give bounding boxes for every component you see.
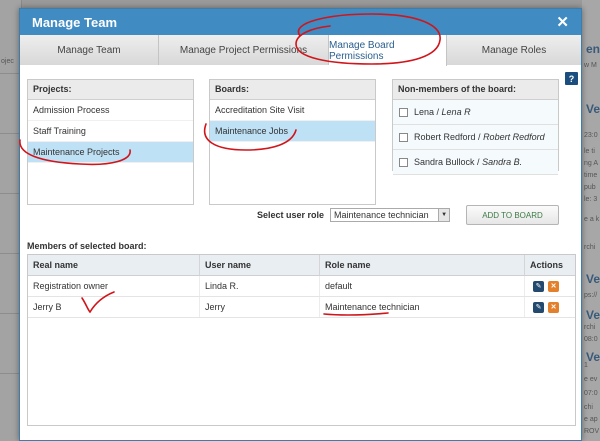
role-name-cell: default — [320, 276, 525, 296]
non-member-checkbox[interactable] — [399, 107, 408, 117]
background-text: w M — [584, 62, 597, 69]
non-member-alias: Lena R — [441, 107, 471, 117]
role-select-value: Maintenance technician — [334, 210, 429, 220]
column-actions: Actions — [530, 260, 564, 270]
background-text: 08:0 — [584, 336, 598, 343]
delete-icon[interactable]: ✕ — [548, 280, 559, 292]
delete-icon[interactable]: ✕ — [548, 301, 559, 313]
non-member-item[interactable]: Robert Redford / Robert Redford — [393, 125, 558, 150]
board-item-selected[interactable]: Maintenance Jobs — [210, 121, 375, 142]
non-member-checkbox[interactable] — [399, 157, 408, 167]
tab-manage-team[interactable]: Manage Team — [20, 35, 159, 65]
projects-list: Projects: Admission Process Staff Traini… — [27, 79, 194, 205]
role-select[interactable]: Maintenance technician ▼ — [330, 208, 451, 222]
background-text: time — [584, 172, 598, 179]
dialog-title: Manage Team — [32, 14, 118, 30]
non-member-separator: / — [475, 132, 484, 142]
tab-manage-board-permissions[interactable]: Manage Board Permissions — [329, 35, 447, 66]
non-members-list: Non-members of the board: Lena / Lena R … — [392, 79, 559, 175]
tab-bar: Manage Team Manage Project Permissions M… — [20, 35, 581, 66]
role-name-cell: Maintenance technician — [320, 297, 525, 317]
column-real-name[interactable]: Real name — [28, 255, 200, 275]
background-text: 23:0 — [584, 132, 598, 139]
chevron-down-icon[interactable]: ▼ — [438, 209, 450, 221]
background-text: e a k — [584, 216, 600, 223]
background-heading: Ve — [586, 272, 600, 286]
tab-manage-roles[interactable]: Manage Roles — [447, 35, 581, 65]
table-row[interactable]: Registration owner Linda R. default ✎ ✕ — [28, 276, 575, 297]
background-text: ps:// — [584, 292, 598, 299]
background-text: le ti — [584, 148, 595, 155]
background-text: pub — [584, 184, 596, 191]
project-item[interactable]: Admission Process — [28, 100, 193, 121]
background-text: e ev — [584, 376, 598, 383]
table-row[interactable]: Jerry B Jerry Maintenance technician ✎ ✕ — [28, 297, 575, 318]
non-members-header: Non-members of the board: — [393, 80, 558, 100]
user-name-cell: Linda R. — [200, 276, 320, 296]
close-icon[interactable]: ✕ — [556, 15, 569, 30]
non-member-separator: / — [474, 157, 483, 167]
board-item[interactable]: Accreditation Site Visit — [210, 100, 375, 121]
user-name-cell: Jerry — [200, 297, 320, 317]
non-member-alias: Sandra B. — [482, 157, 523, 167]
background-text: 1 — [584, 362, 588, 369]
real-name-cell: Registration owner — [28, 276, 200, 296]
boards-header: Boards: — [210, 80, 375, 100]
background-text: ROV — [584, 428, 600, 435]
project-item-selected[interactable]: Maintenance Projects — [28, 142, 193, 163]
background-text: ng A — [584, 160, 599, 167]
members-table: Real name User name Role name Actions Re… — [27, 254, 576, 426]
actions-cell: ✎ ✕ — [525, 297, 575, 317]
background-heading: Ve — [586, 308, 600, 322]
non-member-name: Robert Redford — [414, 132, 476, 142]
column-role-name[interactable]: Role name — [320, 255, 525, 275]
background-text: rchi — [584, 244, 596, 251]
non-member-item[interactable]: Sandra Bullock / Sandra B. — [393, 150, 558, 175]
background-text: rchi — [584, 324, 596, 331]
projects-header: Projects: — [28, 80, 193, 100]
real-name-cell: Jerry B — [28, 297, 200, 317]
add-to-board-button[interactable]: ADD TO BOARD — [466, 205, 559, 225]
non-member-separator: / — [434, 107, 442, 117]
background-heading: Ve — [586, 350, 600, 364]
non-member-name: Lena — [414, 107, 435, 117]
non-member-alias: Robert Redford — [483, 132, 545, 142]
non-member-item[interactable]: Lena / Lena R — [393, 100, 558, 125]
edit-icon[interactable]: ✎ — [533, 280, 544, 292]
role-label: Select user role — [257, 210, 325, 220]
background-heading: Ve — [586, 102, 600, 116]
manage-team-dialog: Manage Team ✕ Manage Team Manage Project… — [19, 8, 582, 441]
background-heading: ent — [586, 42, 600, 56]
actions-cell: ✎ ✕ — [525, 276, 575, 296]
boards-list: Boards: Accreditation Site Visit Mainten… — [209, 79, 376, 205]
non-member-name: Sandra Bullock — [414, 157, 475, 167]
background-text: le: 3 — [584, 196, 598, 203]
project-item[interactable]: Staff Training — [28, 121, 193, 142]
background-text: 07:0 — [584, 390, 598, 397]
background-text: e ap — [584, 416, 598, 423]
dialog-header: Manage Team ✕ — [20, 9, 581, 35]
help-icon[interactable]: ? — [565, 72, 578, 85]
role-selector-row: Select user role Maintenance technician … — [257, 208, 451, 222]
table-header: Real name User name Role name Actions — [28, 255, 575, 276]
tab-manage-project-permissions[interactable]: Manage Project Permissions — [159, 35, 329, 65]
column-user-name[interactable]: User name — [200, 255, 320, 275]
members-label: Members of selected board: — [27, 241, 147, 251]
non-member-checkbox[interactable] — [399, 132, 408, 142]
edit-icon[interactable]: ✎ — [533, 301, 544, 313]
background-text: chi — [584, 404, 593, 411]
